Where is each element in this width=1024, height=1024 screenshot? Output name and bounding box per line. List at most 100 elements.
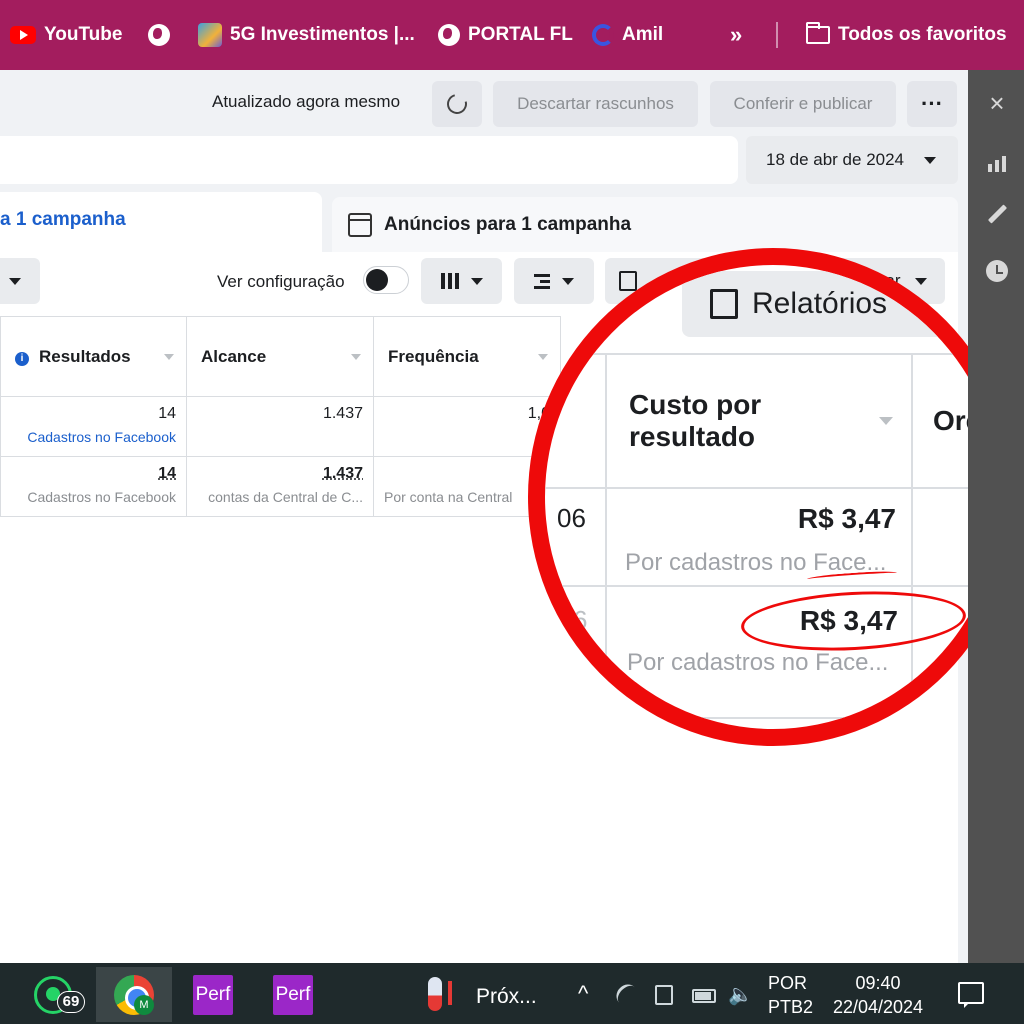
document-icon [710, 289, 738, 319]
tab-ads[interactable]: Anúncios para 1 campanha [332, 197, 958, 252]
caret-down-icon [9, 277, 21, 285]
cell-value: 1 [384, 465, 550, 483]
close-icon[interactable]: × [986, 90, 1008, 116]
taskbar-chrome[interactable] [96, 967, 172, 1022]
amil-logo-icon [592, 24, 614, 46]
device-icon[interactable] [655, 985, 673, 1005]
sort-caret-icon [164, 354, 174, 360]
more-options-button[interactable]: ··· [907, 81, 957, 127]
header-label: Resultados [39, 346, 131, 366]
cell-partial-value: 6 [573, 605, 588, 635]
grid-line [605, 353, 607, 723]
history-clock-icon[interactable] [986, 260, 1008, 282]
temperature-up-icon [448, 981, 452, 1005]
bookmark-youtube[interactable]: YouTube [10, 21, 122, 49]
language-indicator[interactable]: POR PTB2 [768, 971, 813, 1019]
cell-value: 14 [158, 405, 176, 422]
grid-line [545, 585, 1001, 587]
wifi-icon[interactable] [612, 980, 642, 1010]
bookmarks-bar: YouTube 5G Investimentos |... PORTAL FL … [0, 0, 1024, 70]
taskbar-perf-2[interactable]: Perf [255, 967, 331, 1022]
review-publish-button[interactable]: Conferir e publicar [710, 81, 896, 127]
cell-value: 14 [158, 465, 176, 482]
header-line: Custo por [629, 389, 762, 420]
date-range-button[interactable]: 18 de abr de 2024 [746, 136, 958, 184]
perf-app-icon: Perf [273, 974, 313, 1015]
notification-center-icon[interactable] [958, 982, 984, 1008]
cell-partial-value: 06 [557, 503, 586, 533]
bookmark-label: Amil [622, 24, 664, 45]
screen: YouTube 5G Investimentos |... PORTAL FL … [0, 0, 1024, 1024]
battery-icon[interactable] [692, 989, 716, 1003]
refresh-icon [443, 90, 471, 118]
ad-icon [348, 212, 372, 237]
search-filter-bar[interactable] [0, 136, 738, 184]
grid-line [545, 717, 1001, 719]
perf-app-icon: Perf [193, 974, 233, 1015]
windows-taskbar: 69 M Perf Perf Próx... ^ 🔈 POR PTB2 09:4… [0, 963, 1024, 1024]
caret-down-icon [470, 277, 483, 285]
bookmark-label: Todos os favoritos [838, 24, 1007, 45]
cell-reach: 1.437 contas da Central de C... [186, 456, 374, 517]
table-row[interactable]: 14 Cadastros no Facebook 1.437 1,0 [0, 396, 561, 457]
cell-value: 1.437 [322, 465, 363, 482]
keyboard-layout: PTB2 [768, 997, 814, 1017]
reports-label: Relatórios [752, 287, 888, 320]
cell-subtext-link[interactable]: Cadastros no Facebook [11, 429, 176, 445]
bookmark-amil[interactable]: Amil [592, 21, 663, 49]
column-header-frequency[interactable]: Frequência [373, 316, 561, 397]
chart-icon[interactable] [986, 150, 1008, 172]
zoom-callout-circle: Relatórios Custo por resultado Orça 06 6… [528, 248, 1018, 746]
clock-time: 09:40 [855, 973, 901, 993]
tab-campaigns[interactable]: a 1 campanha [0, 192, 322, 252]
cost-subtext-row2: Por cadastros no Face... [627, 649, 889, 676]
grid-line [545, 487, 1001, 489]
bookmark-5g-investimentos[interactable]: 5G Investimentos |... [198, 21, 415, 49]
youtube-icon [10, 26, 36, 44]
sort-caret-icon [351, 354, 361, 360]
cell-results: 14 Cadastros no Facebook [0, 396, 187, 457]
bookmark-portal-fl[interactable]: PORTAL FL [438, 21, 573, 49]
cost-value-row1: R$ 3,47 [797, 503, 896, 534]
refresh-button[interactable] [432, 81, 482, 127]
view-settings-toggle[interactable] [363, 266, 409, 294]
info-icon[interactable]: i [15, 351, 29, 366]
cell-value: 1.437 [322, 405, 363, 422]
tab-ads-label: Anúncios para 1 campanha [384, 213, 632, 235]
caret-down-icon [924, 156, 937, 164]
reports-button-zoomed[interactable]: Relatórios [682, 271, 982, 337]
column-header-cost-per-result[interactable]: Custo por resultado [629, 389, 761, 453]
cell-reach: 1.437 [186, 396, 374, 457]
bookmarks-overflow-button[interactable]: » [730, 21, 742, 49]
header-label: Frequência [388, 346, 479, 366]
bookmark-label: PORTAL FL [468, 24, 573, 45]
taskbar-perf-1[interactable]: Perf [175, 967, 251, 1022]
language-code: POR [768, 973, 808, 993]
edit-pencil-icon[interactable] [986, 204, 1008, 226]
whatsapp-badge: 69 [57, 991, 85, 1013]
highlight-ellipse [739, 586, 968, 656]
tray-chevron-up-icon[interactable]: ^ [578, 981, 588, 1007]
thermometer-icon [428, 977, 442, 1011]
chevron-double-right-icon: » [730, 22, 743, 47]
header-line: resultado [629, 421, 756, 452]
speaker-icon[interactable]: 🔈 [728, 985, 753, 1005]
discard-drafts-button[interactable]: Descartar rascunhos [493, 81, 698, 127]
view-settings-label: Ver configuração [217, 272, 345, 291]
clock-date: 22/04/2024 [832, 997, 924, 1017]
weather-widget[interactable]: Próx... [476, 985, 537, 1009]
globe-icon [148, 24, 170, 46]
column-header-reach[interactable]: Alcance [186, 316, 374, 397]
table-header-row: i Resultados Alcance Frequência [0, 316, 561, 397]
bookmark-label: YouTube [44, 24, 123, 45]
column-header-results[interactable]: i Resultados [0, 316, 187, 397]
columns-button[interactable] [421, 258, 502, 304]
sort-caret-icon [879, 417, 893, 425]
header-label: Alcance [201, 346, 267, 366]
bookmark-all-favorites[interactable]: Todos os favoritos [806, 21, 1007, 49]
dropdown-button[interactable] [0, 258, 40, 304]
zoom-content: Relatórios Custo por resultado Orça 06 6… [545, 265, 1001, 729]
bookmark-globe[interactable] [148, 21, 170, 49]
system-clock[interactable]: 09:40 22/04/2024 [828, 971, 928, 1019]
date-range-label: 18 de abr de 2024 [766, 150, 905, 169]
